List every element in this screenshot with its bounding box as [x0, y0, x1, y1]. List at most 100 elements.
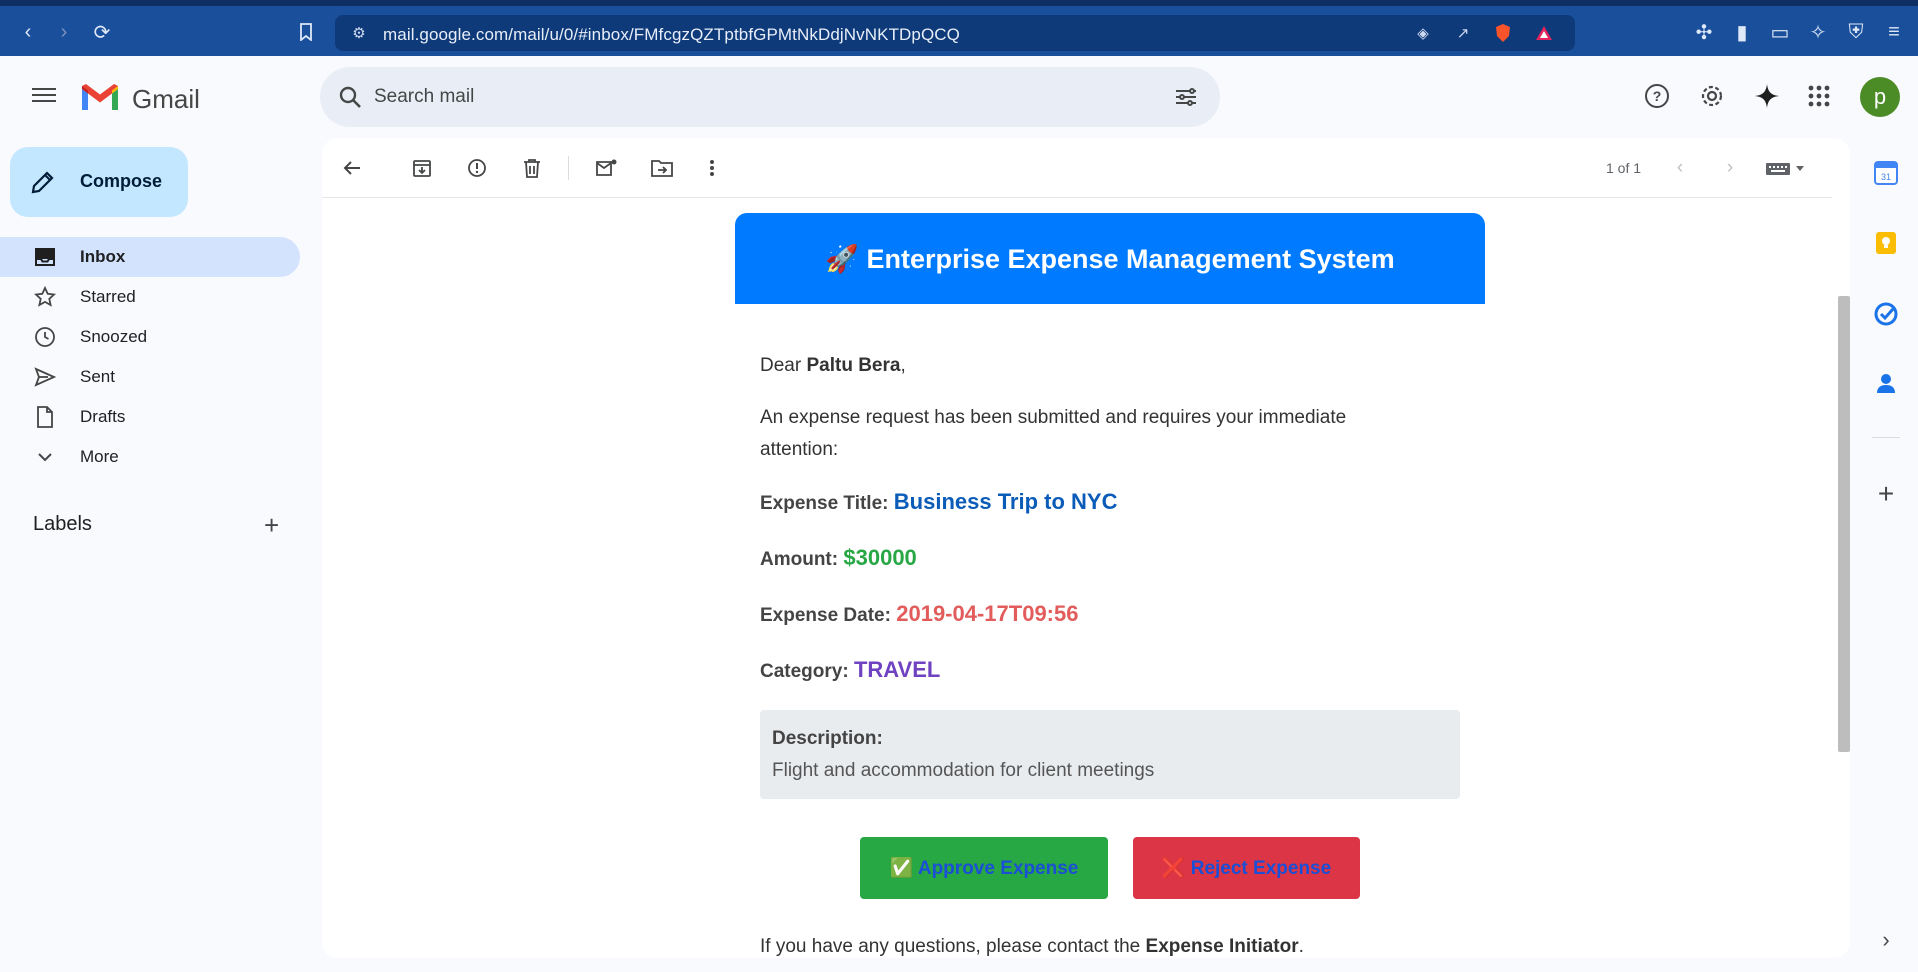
sidebar-item-label: Drafts	[80, 407, 126, 426]
message-toolbar: 1 of 1 ‹ ›	[322, 138, 1832, 198]
mark-unread-icon[interactable]	[593, 154, 621, 182]
category-label: Category:	[760, 661, 849, 682]
extensions-icon[interactable]: ✣	[1690, 18, 1718, 46]
intro-line: attention:	[760, 439, 839, 460]
approve-expense-button[interactable]: ✅ Approve Expense	[860, 837, 1108, 899]
bookmark-icon[interactable]	[292, 18, 320, 46]
report-spam-icon[interactable]	[463, 154, 491, 182]
brave-shield-icon[interactable]	[1493, 23, 1513, 43]
pencil-icon	[30, 169, 56, 200]
more-options-icon[interactable]	[698, 154, 726, 182]
keep-icon[interactable]	[1872, 229, 1900, 257]
description-label: Description:	[772, 728, 883, 749]
privacy-icon[interactable]: ◈	[1413, 23, 1433, 43]
help-icon[interactable]: ?	[1641, 80, 1673, 112]
settings-gear-icon[interactable]	[1696, 80, 1728, 112]
search-icon[interactable]	[338, 85, 362, 114]
description-text: Flight and accommodation for client meet…	[772, 760, 1155, 781]
newer-chevron-icon[interactable]: ‹	[1666, 154, 1694, 182]
chevron-down-icon	[34, 446, 56, 468]
sidebar-item-starred[interactable]: Starred	[0, 277, 300, 317]
vpn-icon[interactable]: ⛨	[1842, 18, 1870, 46]
compose-label: Compose	[80, 171, 163, 191]
intro-line: An expense request has been submitted an…	[760, 407, 1347, 428]
wallet-icon[interactable]: ▭	[1766, 18, 1794, 46]
sidebar-item-label: Snoozed	[80, 327, 148, 346]
leo-ai-icon[interactable]: ✧	[1804, 18, 1832, 46]
star-icon	[34, 286, 56, 308]
email-title: 🚀 Enterprise Expense Management System	[825, 243, 1395, 274]
delete-icon[interactable]	[518, 154, 546, 182]
back-to-inbox-icon[interactable]	[338, 154, 366, 182]
contacts-icon[interactable]	[1872, 369, 1900, 397]
message-view: 1 of 1 ‹ › 🚀 Enterprise Expense Manageme…	[322, 138, 1850, 958]
svg-text:31: 31	[1881, 172, 1891, 182]
expense-date-label: Expense Date:	[760, 605, 891, 626]
compose-button[interactable]: Compose	[10, 147, 188, 217]
gmail-wordmark[interactable]: Gmail	[132, 84, 200, 115]
input-tools-icon[interactable]	[1762, 154, 1812, 182]
send-icon	[34, 366, 56, 388]
amount-label: Amount:	[760, 549, 839, 570]
sidebar-item-label: More	[80, 447, 119, 466]
contact-prefix: If you have any questions, please contac…	[760, 936, 1146, 957]
sidebar-item-label: Sent	[80, 367, 115, 386]
apps-grid-icon[interactable]	[1803, 80, 1835, 112]
older-chevron-icon[interactable]: ›	[1716, 154, 1744, 182]
sidebar-item-sent[interactable]: Sent	[0, 357, 300, 397]
add-label-icon[interactable]: +	[264, 510, 279, 541]
pagination-text: 1 of 1	[1606, 160, 1642, 176]
inbox-icon	[34, 246, 56, 268]
description-box: Description: Flight and accommodation fo…	[760, 710, 1460, 799]
forward-icon[interactable]: ›	[50, 18, 78, 46]
show-side-panel-chevron-icon[interactable]: ›	[1872, 926, 1900, 954]
archive-icon[interactable]	[408, 154, 436, 182]
share-icon[interactable]: ↗	[1453, 23, 1473, 43]
expense-date-row: Expense Date: 2019-04-17T09:56	[760, 598, 1078, 632]
search-input[interactable]: Search mail	[374, 86, 474, 108]
get-addons-plus-icon[interactable]: +	[1872, 478, 1900, 509]
search-options-icon[interactable]	[1174, 85, 1198, 114]
site-settings-icon[interactable]: ⚙	[349, 23, 369, 43]
reject-expense-button[interactable]: ❌ Reject Expense	[1133, 837, 1360, 899]
greeting-suffix: ,	[900, 355, 906, 376]
account-avatar[interactable]: p	[1860, 77, 1900, 117]
greeting-prefix: Dear	[760, 355, 807, 376]
expense-title-label: Expense Title:	[760, 493, 889, 514]
back-icon[interactable]: ‹	[14, 18, 42, 46]
sidebar-item-label: Starred	[80, 287, 136, 306]
reload-icon[interactable]: ⟳	[88, 18, 116, 46]
gemini-sparkle-icon[interactable]	[1751, 80, 1783, 112]
contact-line: If you have any questions, please contac…	[760, 936, 1304, 958]
svg-text:?: ?	[1653, 88, 1662, 104]
contact-suffix: .	[1298, 936, 1304, 957]
category-value: TRAVEL	[853, 657, 941, 682]
brave-rewards-icon[interactable]	[1534, 23, 1554, 43]
sidebar-item-snoozed[interactable]: Snoozed	[0, 317, 300, 357]
toolbar-divider	[568, 156, 569, 180]
sidebar-item-more[interactable]: More	[0, 437, 300, 477]
contact-initiator: Expense Initiator	[1145, 936, 1299, 957]
expense-date-value: 2019-04-17T09:56	[896, 601, 1079, 626]
address-bar[interactable]: ⚙ mail.google.com/mail/u/0/#inbox/FMfcgz…	[335, 15, 1575, 51]
menu-icon[interactable]: ≡	[1880, 18, 1908, 46]
expense-title-value: Business Trip to NYC	[893, 489, 1118, 514]
labels-heading: Labels	[33, 513, 92, 535]
amount-value: $30000	[843, 545, 917, 570]
sidebar-item-drafts[interactable]: Drafts	[0, 397, 300, 437]
calendar-icon[interactable]: 31	[1872, 159, 1900, 187]
search-bar[interactable]: Search mail	[320, 67, 1220, 127]
sidebar-item-inbox[interactable]: Inbox	[0, 237, 300, 277]
expense-title-row: Expense Title: Business Trip to NYC	[760, 486, 1117, 520]
main-menu-icon[interactable]	[30, 84, 60, 108]
email-banner: 🚀 Enterprise Expense Management System	[735, 213, 1485, 304]
clock-icon	[34, 326, 56, 348]
url-text[interactable]: mail.google.com/mail/u/0/#inbox/FMfcgzQZ…	[383, 25, 960, 45]
tasks-icon[interactable]	[1872, 300, 1900, 328]
gmail-logo-icon[interactable]	[80, 82, 120, 117]
move-to-icon[interactable]	[648, 154, 676, 182]
intro-paragraph: An expense request has been submitted an…	[760, 402, 1346, 466]
side-panel-divider	[1872, 437, 1900, 438]
scrollbar-thumb[interactable]	[1838, 296, 1850, 752]
sidebar-toggle-icon[interactable]: ▮	[1728, 18, 1756, 46]
